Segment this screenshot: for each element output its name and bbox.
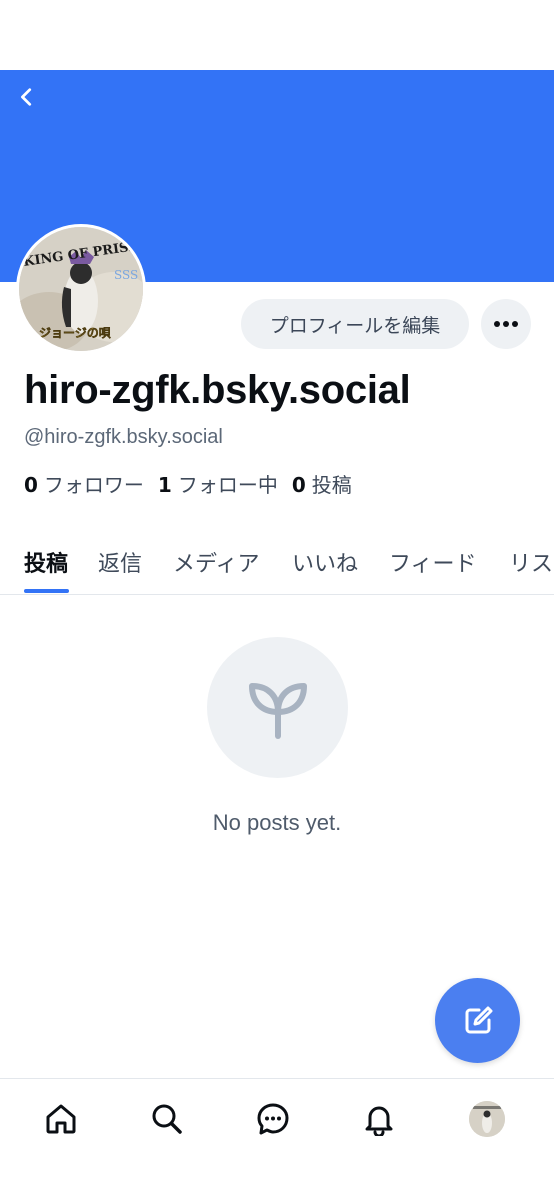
chevron-left-icon [21, 88, 32, 106]
nav-search[interactable] [145, 1097, 189, 1141]
profile-handle: @hiro-zgfk.bsky.social [24, 426, 223, 448]
empty-state-text: No posts yet. [212, 810, 342, 835]
nav-profile[interactable] [465, 1097, 509, 1141]
back-button[interactable] [10, 80, 44, 114]
empty-state-badge [207, 637, 348, 778]
display-name: hiro-zgfk.bsky.social [24, 368, 411, 412]
tab-lists[interactable]: リス [509, 546, 553, 578]
more-options-button[interactable] [481, 299, 531, 349]
followers-stat[interactable]: 0 フォロワー [24, 469, 144, 498]
nav-home[interactable] [39, 1097, 83, 1141]
avatar[interactable]: KING OF PRISM SSS ジョージの唄 [16, 224, 146, 354]
profile-tabs: 投稿 返信 メディア いいね フィード リス [0, 528, 554, 595]
bottom-navigation [0, 1078, 554, 1201]
edit-profile-button[interactable]: プロフィールを編集 [241, 299, 469, 349]
tab-feeds[interactable]: フィード [389, 546, 477, 578]
profile-avatar [469, 1101, 505, 1137]
status-bar-area [0, 0, 554, 70]
sprout-icon [248, 682, 307, 739]
followers-label: フォロワー [43, 473, 144, 497]
compose-icon [465, 1006, 492, 1033]
profile-stats: 0 フォロワー 1 フォロー中 0 投稿 [24, 469, 366, 498]
search-icon [152, 1104, 182, 1134]
avatar-accent-text: SSS [114, 268, 138, 282]
active-tab-indicator [24, 589, 69, 593]
posts-label: 投稿 [311, 473, 352, 497]
compose-button[interactable] [435, 978, 520, 1063]
tab-media[interactable]: メディア [173, 546, 259, 578]
followers-count: 0 [24, 473, 38, 497]
nav-chat[interactable] [251, 1097, 295, 1141]
avatar-bottom-text: ジョージの唄 [39, 326, 111, 340]
tab-posts[interactable]: 投稿 [24, 546, 68, 578]
home-icon [46, 1104, 76, 1134]
tab-replies[interactable]: 返信 [98, 546, 142, 578]
following-stat[interactable]: 1 フォロー中 [158, 469, 278, 498]
nav-notifications[interactable] [357, 1097, 401, 1141]
ellipsis-icon [494, 321, 518, 327]
tab-likes[interactable]: いいね [292, 546, 358, 578]
following-label: フォロー中 [177, 473, 278, 497]
bell-icon [365, 1106, 393, 1136]
posts-stat: 0 投稿 [292, 469, 352, 498]
chat-icon [257, 1103, 289, 1135]
posts-count: 0 [291, 473, 306, 497]
following-count: 1 [157, 473, 172, 497]
